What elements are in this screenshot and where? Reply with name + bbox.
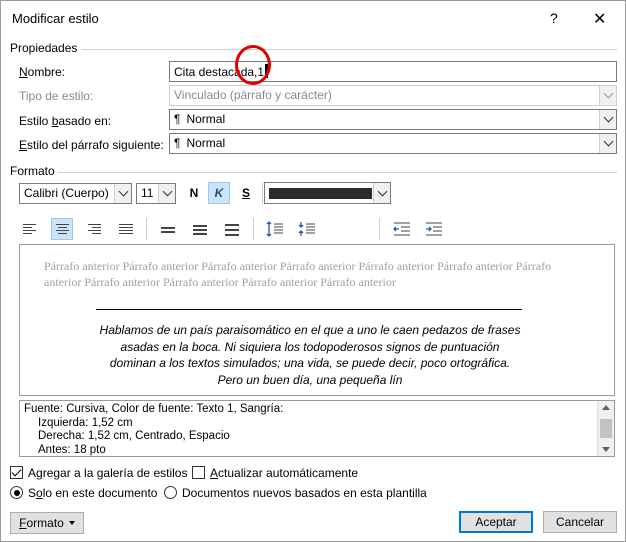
font-color-swatch [269,188,372,199]
justify-icon[interactable] [115,218,137,240]
line-spacing-1-5-icon[interactable] [189,218,211,240]
paragraph-mark-icon: ¶ [174,136,181,150]
chevron-down-icon [599,86,616,105]
increase-indent-icon[interactable] [423,218,445,240]
properties-divider [81,49,617,50]
dropdown-arrow-icon [68,521,75,525]
description-scrollbar[interactable] [597,401,614,456]
chevron-down-icon[interactable] [599,134,616,153]
paragraph-mark-icon: ¶ [174,112,181,126]
only-this-document-label: Solo en este documento [28,486,158,500]
new-documents-label: Documentos nuevos basados en esta planti… [182,486,427,500]
previous-paragraph-text: Párrafo anterior Párrafo anterior Párraf… [44,259,552,289]
scroll-thumb [600,419,612,438]
align-right-icon[interactable] [83,218,105,240]
toolbar-separator [253,218,254,240]
dialog-title: Modificar estilo [12,11,99,26]
help-button[interactable]: ? [550,10,558,26]
next-style-select[interactable]: ¶ Normal [169,133,617,154]
quote-preview-text: Hablamos de un país paraisomático en el … [99,323,521,387]
style-type-select: Vinculado (párrafo y carácter) [169,85,617,106]
style-preview: Párrafo anterior Párrafo anterior Párraf… [19,244,615,396]
font-size-select[interactable]: 11 [136,183,176,204]
underline-button[interactable]: S [235,182,257,204]
red-annotation-circle [235,45,271,85]
new-documents-radio[interactable] [164,486,177,499]
font-select[interactable]: Calibri (Cuerpo) [19,183,132,204]
format-divider [58,172,617,173]
double-spacing-icon[interactable] [221,218,243,240]
properties-group-title: Propiedades [10,41,78,55]
style-description: Fuente: Cursiva, Color de fuente: Texto … [19,400,615,457]
name-label: Nombre: [19,65,66,79]
toolbar-separator [379,218,380,240]
accept-button[interactable]: Aceptar [459,511,533,533]
next-style-label: Estilo del párrafo siguiente: [19,138,164,152]
increase-paragraph-spacing-icon[interactable] [264,218,286,240]
chevron-down-icon[interactable] [158,184,175,203]
chevron-down-icon[interactable] [599,110,616,129]
decrease-paragraph-spacing-icon[interactable] [296,218,318,240]
add-to-gallery-label: Agregar a la galería de estilos [28,466,188,480]
scroll-up-icon [602,405,610,410]
based-on-label: Estilo basado en: [19,114,112,128]
add-to-gallery-checkbox[interactable] [10,466,23,479]
preview-border-line [96,309,522,310]
toolbar-separator [146,218,147,240]
based-on-select[interactable]: ¶ Normal [169,109,617,130]
decrease-indent-icon[interactable] [391,218,413,240]
italic-button[interactable]: K [208,182,230,204]
format-menu-button[interactable]: Formato [10,512,84,534]
chevron-down-icon[interactable] [373,183,390,203]
font-color-select[interactable] [264,182,391,204]
modify-style-dialog: Modificar estilo ? ✕ Propiedades Nombre:… [0,0,626,542]
align-center-icon[interactable] [51,218,73,240]
close-icon[interactable]: ✕ [593,9,606,29]
cancel-button[interactable]: Cancelar [543,511,617,533]
auto-update-label: Actualizar automáticamente [210,466,359,480]
format-group-title: Formato [10,164,55,178]
toolbar-separator [262,182,263,204]
single-spacing-icon[interactable] [157,218,179,240]
align-left-icon[interactable] [19,218,41,240]
scroll-down-icon [602,447,610,452]
only-this-document-radio[interactable] [10,486,23,499]
style-type-label: Tipo de estilo: [19,89,94,103]
bold-button[interactable]: N [183,182,205,204]
chevron-down-icon[interactable] [114,184,131,203]
auto-update-checkbox[interactable] [192,466,205,479]
